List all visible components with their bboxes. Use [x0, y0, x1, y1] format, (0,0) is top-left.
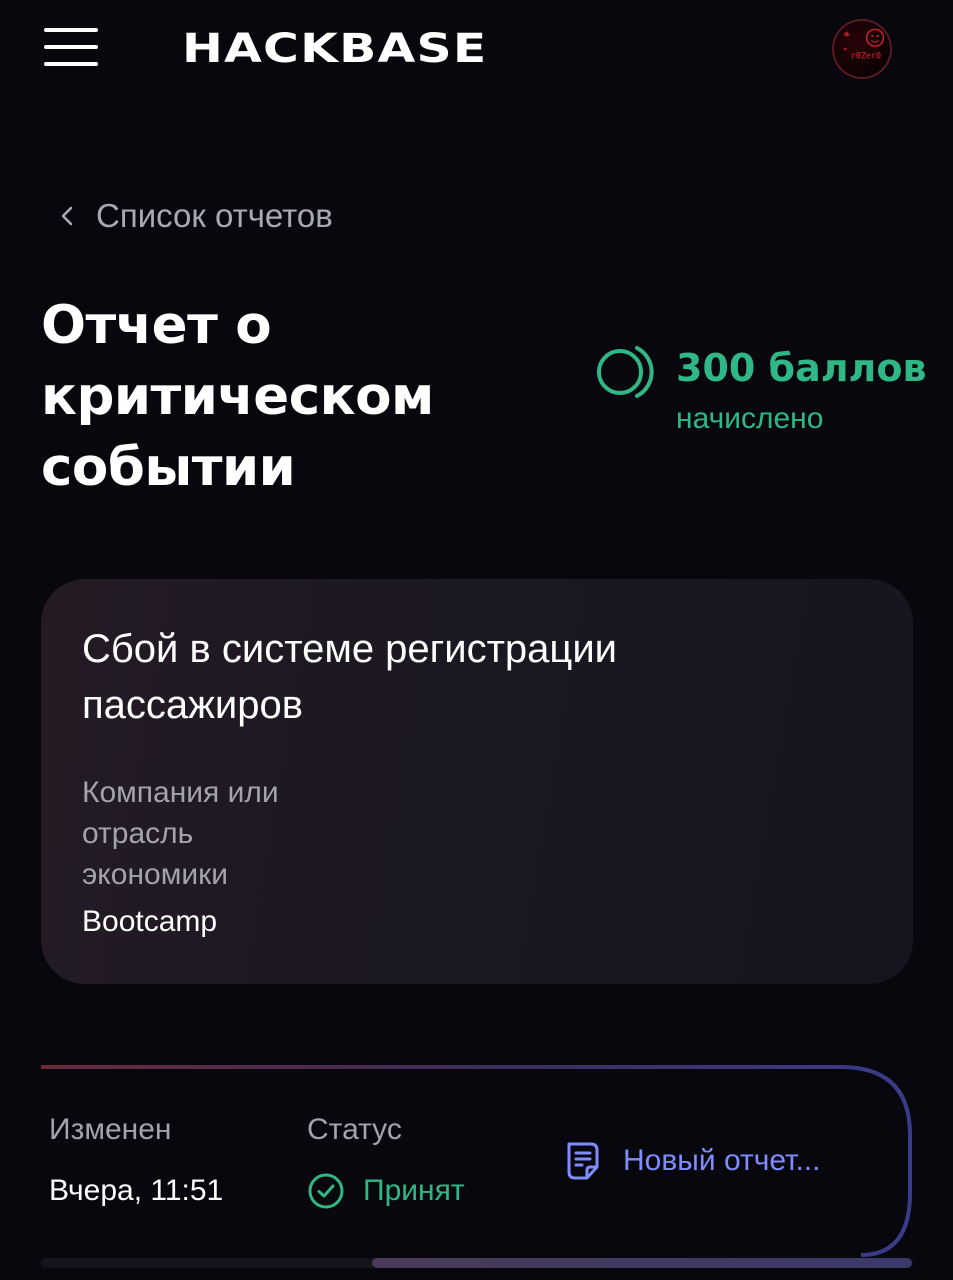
- report-card: Сбой в системе регистрации пассажиров Ко…: [41, 579, 913, 984]
- company-field-label: Компания или отрасль экономики: [82, 776, 279, 891]
- horizontal-scrollbar-thumb[interactable]: [372, 1258, 912, 1268]
- status-value: Принят: [363, 1174, 465, 1207]
- points-caption: начислено: [676, 402, 824, 435]
- company-field-value: Bootcamp: [82, 905, 218, 938]
- report-details-panel: Изменен Вчера, 11:51 Статус Принят Новый…: [41, 1065, 913, 1263]
- avatar[interactable]: r0Zer0: [832, 19, 892, 79]
- avatar-text: r0Zer0: [851, 50, 881, 60]
- top-bar: HACKBASE r0Zer0: [0, 0, 953, 100]
- avatar-image: r0Zer0: [843, 28, 885, 60]
- chevron-left-icon: [61, 206, 73, 226]
- report-subject: Сбой в системе регистрации пассажиров: [82, 627, 618, 727]
- points-ring-icon: [597, 346, 654, 398]
- status-badge: Принят: [307, 1172, 465, 1210]
- app-logo[interactable]: HACKBASE: [182, 26, 487, 72]
- new-report-link[interactable]: Новый отчет...: [565, 1141, 820, 1181]
- page-title: Отчет о критическом событии: [41, 295, 434, 498]
- points-badge: 300 баллов начислено: [594, 340, 934, 450]
- report-page: HACKBASE r0Zer0 Список отчетов Отчет о к…: [0, 0, 953, 1280]
- breadcrumb-label: Список отчетов: [96, 197, 333, 234]
- new-report-label: Новый отчет...: [623, 1144, 821, 1177]
- status-label: Статус: [307, 1113, 402, 1146]
- breadcrumb[interactable]: Список отчетов: [56, 195, 333, 237]
- changed-value: Вчера, 11:51: [49, 1174, 224, 1207]
- points-value: 300 баллов: [676, 346, 927, 390]
- check-circle-icon: [308, 1173, 344, 1209]
- changed-label: Изменен: [49, 1113, 172, 1146]
- document-icon: [567, 1142, 599, 1180]
- hamburger-icon[interactable]: [44, 28, 98, 68]
